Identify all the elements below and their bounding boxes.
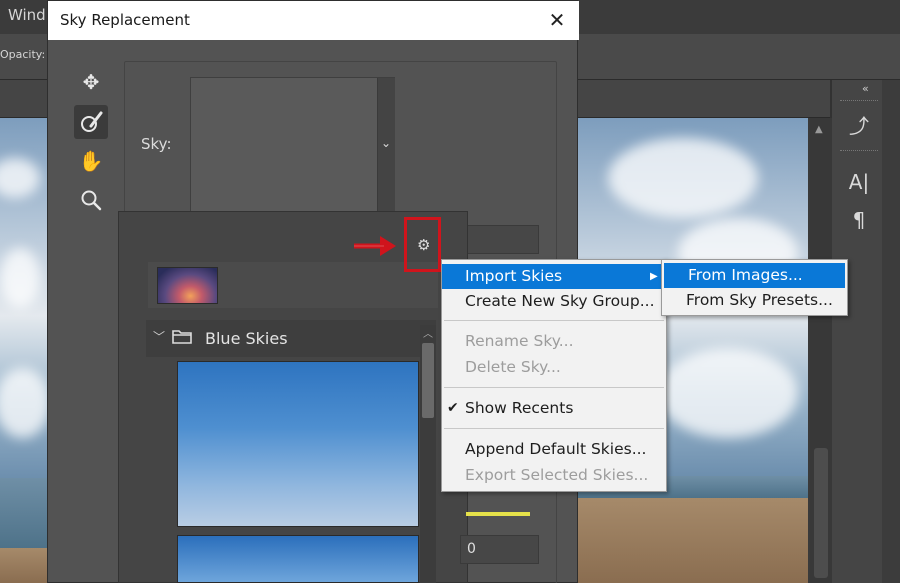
slider-track[interactable] xyxy=(466,512,530,516)
sky-brush-icon[interactable] xyxy=(74,105,108,139)
scrollbar-thumb[interactable] xyxy=(422,343,434,418)
paragraph-icon[interactable]: ¶ xyxy=(840,204,878,236)
menu-separator xyxy=(444,428,664,429)
menu-item-label: Show Recents xyxy=(465,399,574,417)
sky-thumbnail[interactable] xyxy=(177,361,419,527)
canvas-photo-left xyxy=(0,118,50,583)
dialog-titlebar: Sky Replacement ✕ xyxy=(48,1,579,40)
collapsed-panel-strip: « ⤴ A| ¶ xyxy=(832,80,882,583)
character-icon[interactable]: A| xyxy=(840,166,878,198)
scroll-up-icon[interactable]: ︿ xyxy=(423,325,433,340)
checkmark-icon: ✔ xyxy=(447,400,459,416)
menu-item-from-images[interactable]: From Images... xyxy=(664,263,845,288)
panel-grip[interactable] xyxy=(840,100,878,103)
close-icon[interactable]: ✕ xyxy=(543,6,571,34)
menu-separator xyxy=(444,387,664,388)
picker-scrollbar[interactable]: ︿ xyxy=(420,325,436,583)
panel-grip[interactable] xyxy=(840,150,878,153)
menu-item-append-default-skies[interactable]: Append Default Skies... xyxy=(442,437,666,462)
chevron-down-icon: ⌄ xyxy=(381,136,392,150)
field-value: 0 xyxy=(467,541,476,557)
zoom-icon[interactable] xyxy=(76,185,106,215)
menu-item-delete-sky: Delete Sky... xyxy=(465,358,561,376)
menu-item-import-skies[interactable]: Import Skies ▶ xyxy=(442,264,666,289)
menu-item-show-recents[interactable]: ✔ Show Recents xyxy=(442,396,666,421)
dialog-value-field[interactable]: 0 xyxy=(460,535,539,564)
sky-options-menu: Import Skies ▶ Create New Sky Group... R… xyxy=(441,259,667,492)
sky-label: Sky: xyxy=(141,135,172,153)
import-skies-submenu: From Images... From Sky Presets... xyxy=(661,259,848,316)
menu-item-rename-sky: Rename Sky... xyxy=(465,332,574,350)
scrollbar-thumb[interactable] xyxy=(814,448,828,578)
recent-sky-thumbnail[interactable] xyxy=(157,267,218,304)
menu-item-export-selected-skies: Export Selected Skies... xyxy=(465,466,649,484)
menu-item-create-new-sky-group[interactable]: Create New Sky Group... xyxy=(442,289,666,314)
scroll-up-icon[interactable]: ▲ xyxy=(815,124,823,135)
folder-icon xyxy=(172,330,192,344)
menu-item-label: Import Skies xyxy=(465,267,563,285)
sky-group-name: Blue Skies xyxy=(205,329,288,348)
annotation-arrow-icon xyxy=(354,236,396,256)
expand-panels-icon[interactable]: « xyxy=(862,82,869,95)
menu-item-from-sky-presets[interactable]: From Sky Presets... xyxy=(662,288,847,313)
chevron-down-icon[interactable]: ﹀ xyxy=(153,328,165,345)
window-menu[interactable]: Wind xyxy=(8,6,46,24)
history-icon[interactable]: ⤴ xyxy=(840,110,878,142)
opacity-label: Opacity: xyxy=(0,48,46,61)
dropdown-arrow[interactable]: ⌄ xyxy=(377,78,395,212)
sky-dropdown[interactable]: ⌄ xyxy=(190,77,395,213)
submenu-arrow-icon: ▶ xyxy=(650,271,658,282)
hand-icon[interactable]: ✋ xyxy=(76,146,106,176)
canvas-vertical-scrollbar[interactable]: ▲ xyxy=(810,118,832,583)
menu-separator xyxy=(444,320,664,321)
move-icon[interactable]: ✥ xyxy=(76,67,106,97)
dialog-title: Sky Replacement xyxy=(60,11,190,29)
panel-dock-edge xyxy=(882,80,900,583)
sky-thumbnail[interactable] xyxy=(177,535,419,583)
gear-icon[interactable]: ⚙ xyxy=(417,236,430,254)
